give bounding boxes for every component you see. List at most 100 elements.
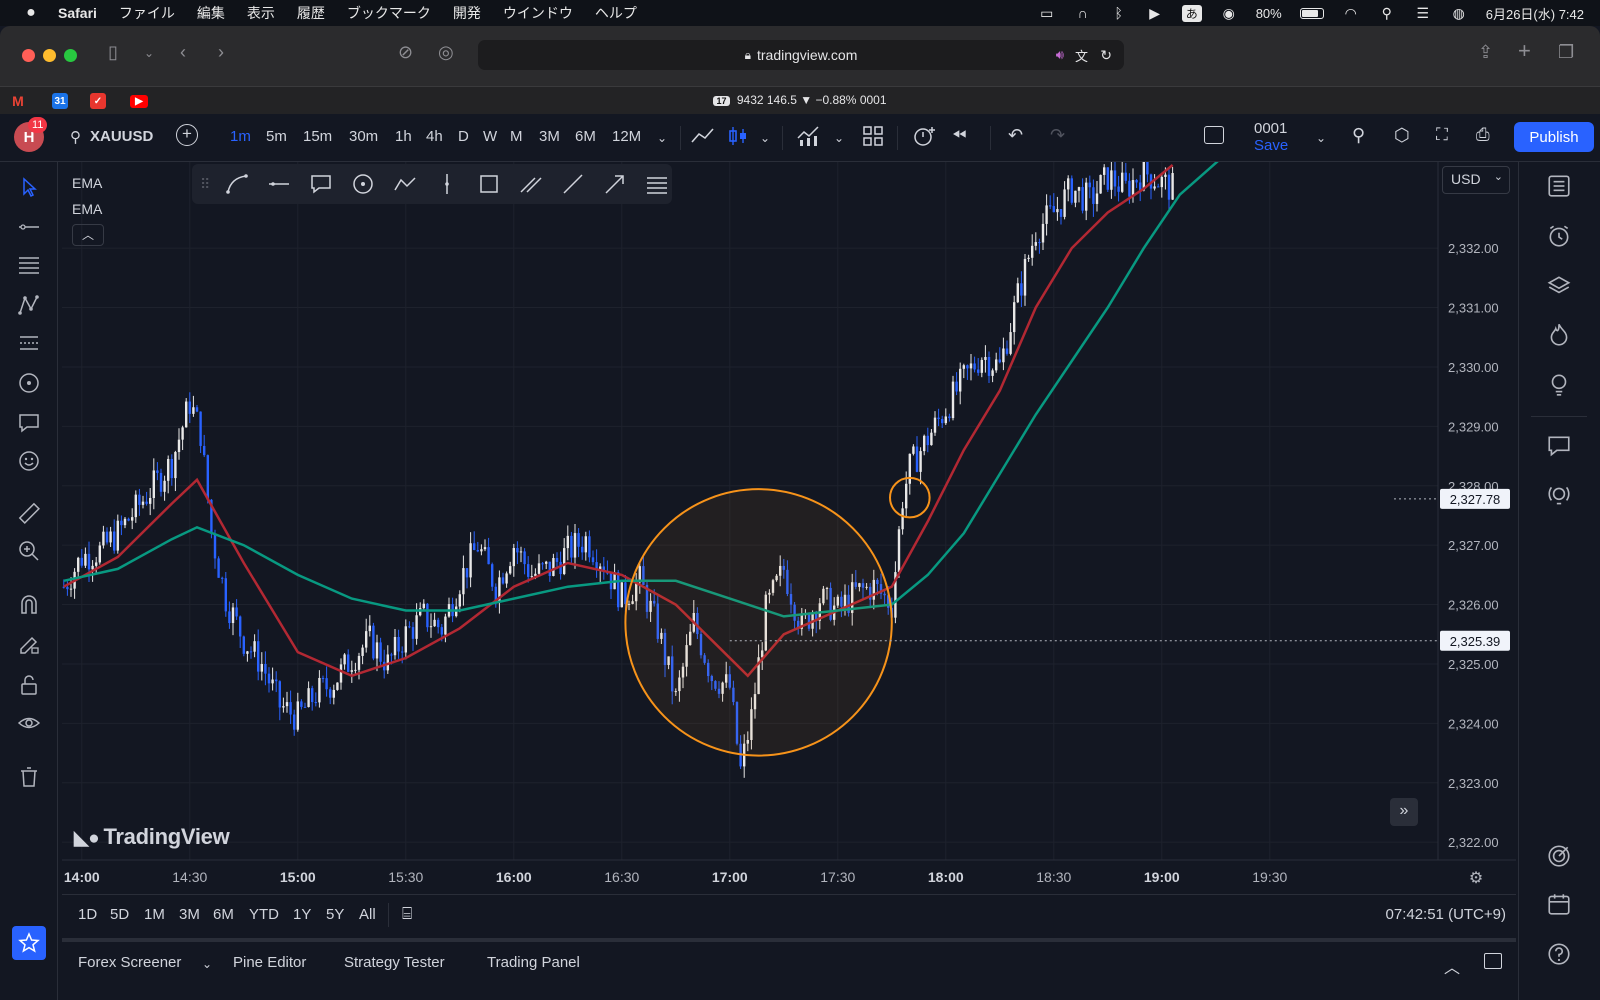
tab-overview-icon[interactable]: ❐ <box>1558 42 1574 63</box>
range-5d[interactable]: 5D <box>110 906 129 923</box>
now-playing-icon[interactable]: ▶ <box>1146 5 1164 22</box>
lock-drawing-icon[interactable] <box>14 630 44 660</box>
share-icon[interactable]: ⇪ <box>1478 42 1493 63</box>
range-1y[interactable]: 1Y <box>293 906 311 923</box>
target-icon[interactable] <box>1541 838 1577 874</box>
visibility-icon[interactable] <box>14 708 44 738</box>
bluetooth-icon[interactable]: ᛒ <box>1110 5 1128 21</box>
legend-ema-slow[interactable]: EMA <box>72 196 104 222</box>
menu-history[interactable]: 履歴 <box>297 3 325 23</box>
tab-strategy-tester[interactable]: Strategy Tester <box>344 954 445 971</box>
menu-help[interactable]: ヘルプ <box>595 3 637 23</box>
shapes-icon[interactable] <box>14 368 44 398</box>
chevron-down-icon[interactable]: ⌄ <box>144 46 154 60</box>
menu-file[interactable]: ファイル <box>119 3 175 23</box>
interval-1h[interactable]: 1h <box>395 128 412 145</box>
range-1m[interactable]: 1M <box>144 906 165 923</box>
translate-icon[interactable]: 文 <box>1075 46 1088 65</box>
horizontal-ray-icon[interactable] <box>264 169 294 199</box>
forward-icon[interactable]: › <box>218 42 224 63</box>
chart-area[interactable]: 2,332.00 2,331.00 2,330.00 2,329.00 2,328.00… <box>62 162 1516 936</box>
menu-develop[interactable]: 開発 <box>453 3 481 23</box>
legend-ema-fast[interactable]: EMA <box>72 170 104 196</box>
candlestick-icon[interactable] <box>726 124 750 152</box>
help-icon[interactable] <box>1541 936 1577 972</box>
zoom-window-button[interactable] <box>64 49 77 62</box>
range-6m[interactable]: 6M <box>213 906 234 923</box>
compare-symbol-icon[interactable]: + <box>176 124 198 146</box>
battery-icon[interactable] <box>1299 7 1324 19</box>
tab-forex-screener[interactable]: Forex Screener <box>78 954 181 971</box>
chart-clock[interactable]: 07:42:51 (UTC+9) <box>1386 906 1506 923</box>
redo-icon[interactable]: ↷ <box>1050 125 1065 146</box>
pattern-icon[interactable] <box>14 290 44 320</box>
spotlight-icon[interactable]: ⚲ <box>1378 5 1396 22</box>
range-all[interactable]: All <box>359 906 376 923</box>
alerts-clock-icon[interactable] <box>1541 218 1577 254</box>
settings-icon[interactable]: ⬡ <box>1394 125 1410 146</box>
cursor-icon[interactable] <box>14 172 44 202</box>
menu-app-safari[interactable]: Safari <box>58 5 97 21</box>
layers-icon[interactable] <box>1541 268 1577 304</box>
range-ytd[interactable]: YTD <box>249 906 279 923</box>
interval-15m[interactable]: 15m <box>303 128 332 145</box>
watchlist-icon[interactable] <box>1541 168 1577 204</box>
interval-4h[interactable]: 4h <box>426 128 443 145</box>
range-1d[interactable]: 1D <box>78 906 97 923</box>
drag-handle-icon[interactable]: ⠿ <box>200 176 210 193</box>
address-bar[interactable]: 🔒︎ tradingview.com 🔊︎ 文 ↻ <box>478 40 1124 70</box>
interval-w[interactable]: W <box>483 128 497 145</box>
user-icon[interactable]: ◉ <box>1220 5 1238 22</box>
magnet-icon[interactable] <box>14 590 44 620</box>
headphones-icon[interactable]: ∩ <box>1074 5 1092 21</box>
new-tab-icon[interactable]: + <box>1518 38 1531 64</box>
fib-retracement-icon[interactable] <box>14 250 44 280</box>
quick-search-icon[interactable]: ⚲ <box>1352 125 1365 146</box>
menu-edit[interactable]: 編集 <box>197 3 225 23</box>
vertical-line-icon[interactable] <box>432 169 462 199</box>
expand-panel-icon[interactable]: ︿ <box>1444 954 1460 978</box>
text-icon[interactable] <box>14 408 44 438</box>
indicators-icon[interactable] <box>796 124 822 152</box>
range-3m[interactable]: 3M <box>179 906 200 923</box>
favorites-star-icon[interactable] <box>12 926 46 960</box>
hotlists-flame-icon[interactable] <box>1541 316 1577 352</box>
alert-icon[interactable] <box>912 124 938 152</box>
sidebar-toggle-icon[interactable]: ▯ <box>108 42 118 63</box>
currency-select[interactable]: USD ⌄ <box>1442 166 1510 194</box>
interval-30m[interactable]: 30m <box>349 128 378 145</box>
layout-dropdown-icon[interactable]: ⌄ <box>1316 131 1326 145</box>
templates-icon[interactable] <box>862 124 884 152</box>
camera-icon[interactable]: ⎙ <box>1476 125 1490 145</box>
ruler-icon[interactable] <box>14 498 44 528</box>
close-window-button[interactable] <box>22 49 35 62</box>
zoom-in-icon[interactable] <box>14 536 44 566</box>
fullscreen-icon[interactable]: ⛶ <box>1436 125 1448 145</box>
screener-dropdown-icon[interactable]: ⌄ <box>202 957 212 971</box>
goto-date-icon[interactable]: ⌸ <box>402 904 412 924</box>
audio-playing-icon[interactable]: 🔊︎ <box>1056 47 1064 63</box>
more-tools-icon[interactable] <box>642 169 672 199</box>
input-method-indicator[interactable]: あ <box>1181 4 1202 22</box>
undo-icon[interactable]: ↶ <box>1008 125 1023 146</box>
layout-name[interactable]: 0001 <box>1254 120 1287 137</box>
search-icon[interactable]: ⚲ <box>70 128 81 146</box>
axis-settings-icon[interactable]: ⚙ <box>1469 870 1483 887</box>
calendar-icon[interactable] <box>1541 886 1577 922</box>
tab-trading-panel[interactable]: Trading Panel <box>487 954 580 971</box>
interval-3m[interactable]: 3M <box>539 128 560 145</box>
save-button[interactable]: Save <box>1254 137 1288 154</box>
interval-m[interactable]: M <box>510 128 523 145</box>
back-icon[interactable]: ‹ <box>180 42 186 63</box>
privacy-report-icon[interactable]: ⊘ <box>398 42 413 63</box>
forecasting-icon[interactable] <box>14 328 44 358</box>
chart-type-dropdown-icon[interactable]: ⌄ <box>760 131 770 145</box>
display-icon[interactable]: ▭ <box>1038 5 1056 22</box>
emoji-icon[interactable] <box>14 446 44 476</box>
symbol-search[interactable]: XAUUSD <box>90 128 153 145</box>
control-center-icon[interactable]: ☰ <box>1414 5 1432 22</box>
rectangle-tool-icon[interactable] <box>474 169 504 199</box>
callout-icon[interactable] <box>306 169 336 199</box>
menu-bookmarks[interactable]: ブックマーク <box>347 3 431 23</box>
interval-dropdown-icon[interactable]: ⌄ <box>657 131 667 145</box>
